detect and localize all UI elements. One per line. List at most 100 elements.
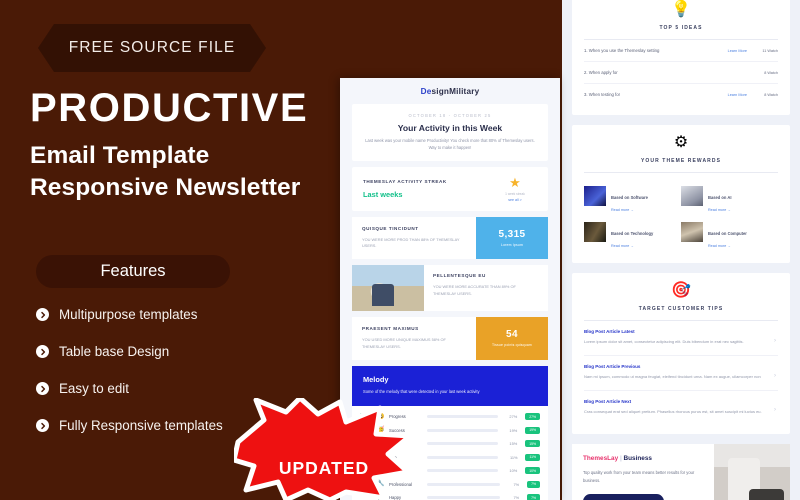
idea-row: 1. When you use the Themeslay setting Le… (584, 40, 778, 62)
stat-label: PELLENTESQUE EU (433, 273, 486, 279)
top-ideas-card: 💡 TOP 5 IDEAS 1. When you use the Themes… (572, 0, 790, 115)
melody-percent: 7% (513, 481, 520, 487)
theme-rewards-heading: YOUR THEME REWARDS (584, 158, 778, 173)
melody-progress-track (427, 482, 501, 486)
chevron-right-circle-icon (36, 308, 49, 321)
blog-post-title: Blog Post Article Next (584, 398, 632, 404)
features-heading-pill: Features (36, 255, 230, 288)
streak-see-all-link[interactable]: see all > (493, 198, 537, 202)
software-thumb (584, 186, 606, 206)
email-hero-card: OCTOBER 18 - OCTOBER 25 Your Activity in… (352, 104, 548, 161)
reward-read-more-link[interactable]: Read more → (611, 244, 653, 248)
reward-read-more-link[interactable]: Read more → (708, 244, 747, 248)
right-preview-column: 💡 TOP 5 IDEAS 1. When you use the Themes… (562, 0, 800, 500)
reward-item[interactable]: Based on Software Read more → (584, 181, 681, 217)
business-promo-body: Top quality work from your team means be… (583, 470, 695, 483)
stat-label: PRAESENT MAXIMUS (362, 326, 419, 332)
streak-right: ★ 1 week streak see all > (493, 176, 537, 202)
free-source-file-ribbon: FREE SOURCE FILE (38, 24, 266, 72)
melody-progress-track (427, 428, 499, 432)
star-icon: ★ (509, 174, 521, 190)
business-promo-text: ThemesLay | Business Top quality work fr… (572, 444, 714, 500)
melody-chip: 19% (525, 426, 540, 434)
blog-post-body: Nam mi ipsum, commodo ut magna feugiat, … (584, 373, 761, 379)
streak-caption: 1 week streak (505, 191, 525, 196)
melody-progress-track (427, 442, 499, 445)
email-logo: DesignMilitary (340, 78, 560, 104)
reward-read-more-link[interactable]: Read more → (611, 208, 648, 212)
blog-post-row[interactable]: Blog Post Article Previous Nam mi ipsum,… (584, 356, 778, 391)
lightbulb-icon: 💡 (671, 1, 691, 18)
reward-item[interactable]: Based on Computer Read more → (681, 217, 778, 253)
stat-tile-caption: Lorem Ipsum (501, 242, 523, 247)
ai-robot-thumb (681, 186, 703, 206)
streak-value: Last weeks (363, 189, 403, 199)
stat-tile-number: 54 (506, 329, 518, 341)
logo-brand: ThemesLay (583, 455, 619, 463)
idea-watch-count: 11 Watch (762, 48, 778, 53)
idea-row: 2. When apply for 8 Watch (584, 62, 778, 84)
streak-label: THEMESLAY ACTIVITY STREAK (363, 178, 447, 184)
stat-card-pellentesque: PELLENTESQUE EU YOU WERE MORE ACCURATE T… (352, 265, 548, 312)
reward-item[interactable]: Based on Technology Read more → (584, 217, 681, 253)
blog-post-body: Cras consequat erat sed aliquet pretium.… (584, 408, 762, 414)
stat-text: QUISQUE TINCIDUNT YOU WERE MORE PROD THA… (352, 216, 476, 260)
top-ideas-heading: TOP 5 IDEAS (584, 25, 778, 40)
features-heading-label: Features (100, 262, 166, 280)
melody-progress-track (427, 469, 499, 472)
woman-workspace-photo (714, 444, 790, 500)
reward-item[interactable]: Based on AI Read more → (681, 181, 778, 217)
feature-label: Table base Design (59, 344, 170, 359)
melody-percent: 10% (509, 468, 518, 474)
stat-label: QUISQUE TINCIDUNT (362, 225, 419, 231)
logo-word: Business (623, 455, 652, 463)
target-tips-heading: TARGET CUSTOMER TIPS (584, 306, 778, 321)
business-promo-card: ThemesLay | Business Top quality work fr… (572, 444, 790, 500)
feature-item-table-base-design: Table base Design (36, 333, 366, 370)
feature-label: Fully Responsive templates (59, 418, 223, 433)
stat-card-praesent: PRAESENT MAXIMUS YOU USED MORE UNIQUE MA… (352, 317, 548, 360)
email-logo-rest: signMilitary (431, 87, 480, 96)
blog-post-body: Lorem ipsum dolor sit amet, consectetur … (584, 339, 744, 344)
gear-icon: ⚙ (673, 134, 689, 151)
starburst-shape-icon (234, 398, 413, 500)
feature-label: Multipurpose templates (59, 307, 198, 322)
melody-chip: 11% (525, 453, 540, 461)
stat-text: PRAESENT MAXIMUS YOU USED MORE UNIQUE MA… (352, 317, 476, 360)
reward-name: Based on Computer (708, 231, 747, 236)
reward-name: Based on Technology (611, 231, 654, 236)
hero-body: Last week was your mobile name Productiv… (365, 138, 535, 150)
melody-progress-track (427, 455, 499, 459)
stat-card-quisque: QUISQUE TINCIDUNT YOU WERE MORE PROD THA… (352, 216, 548, 260)
stat-tile-blue: 5,315 Lorem Ipsum (476, 216, 548, 260)
stat-tile-number: 5,315 (498, 228, 526, 240)
melody-progress-track (427, 415, 499, 418)
updated-badge: UPDATED (234, 398, 414, 500)
technology-thumb (584, 222, 606, 242)
target-customer-tips-card: 🎯 TARGET CUSTOMER TIPS Blog Post Article… (572, 273, 790, 435)
idea-text: 2. When apply for (584, 70, 618, 75)
traveler-with-map-photo (352, 265, 424, 312)
melody-percent: 7% (513, 495, 520, 500)
melody-chip: 7% (527, 480, 540, 488)
try-themeslay-business-button[interactable]: TRY THEMSLAY BUSINESS (583, 493, 664, 500)
chevron-right-icon: › (774, 337, 776, 344)
activity-streak-card: THEMESLAY ACTIVITY STREAK Last weeks ★ 1… (352, 166, 548, 211)
stat-tile-caption: Tissue points quisquam (492, 343, 532, 348)
hero-title: Your Activity in this Week (397, 123, 503, 133)
blog-post-row[interactable]: Blog Post Article Next Cras consequat er… (584, 391, 778, 425)
chevron-right-circle-icon (36, 345, 49, 358)
idea-watch-count: 8 Watch (764, 92, 778, 97)
melody-progress-track (427, 496, 501, 499)
idea-row: 3. When testing for Learn More 8 Watch (584, 84, 778, 105)
reward-name: Based on Software (611, 195, 648, 200)
logo-divider: | (619, 455, 622, 463)
ribbon-label: FREE SOURCE FILE (68, 39, 236, 56)
reward-read-more-link[interactable]: Read more → (708, 208, 732, 212)
idea-learn-more-link[interactable]: Learn More (728, 93, 747, 97)
melody-percent: 19% (509, 427, 518, 433)
melody-chip: 27% (525, 413, 540, 421)
idea-learn-more-link[interactable]: Learn More (728, 49, 747, 53)
blog-post-row[interactable]: Blog Post Article Latest Lorem ipsum dol… (584, 321, 778, 356)
melody-percent: 11% (509, 454, 518, 460)
